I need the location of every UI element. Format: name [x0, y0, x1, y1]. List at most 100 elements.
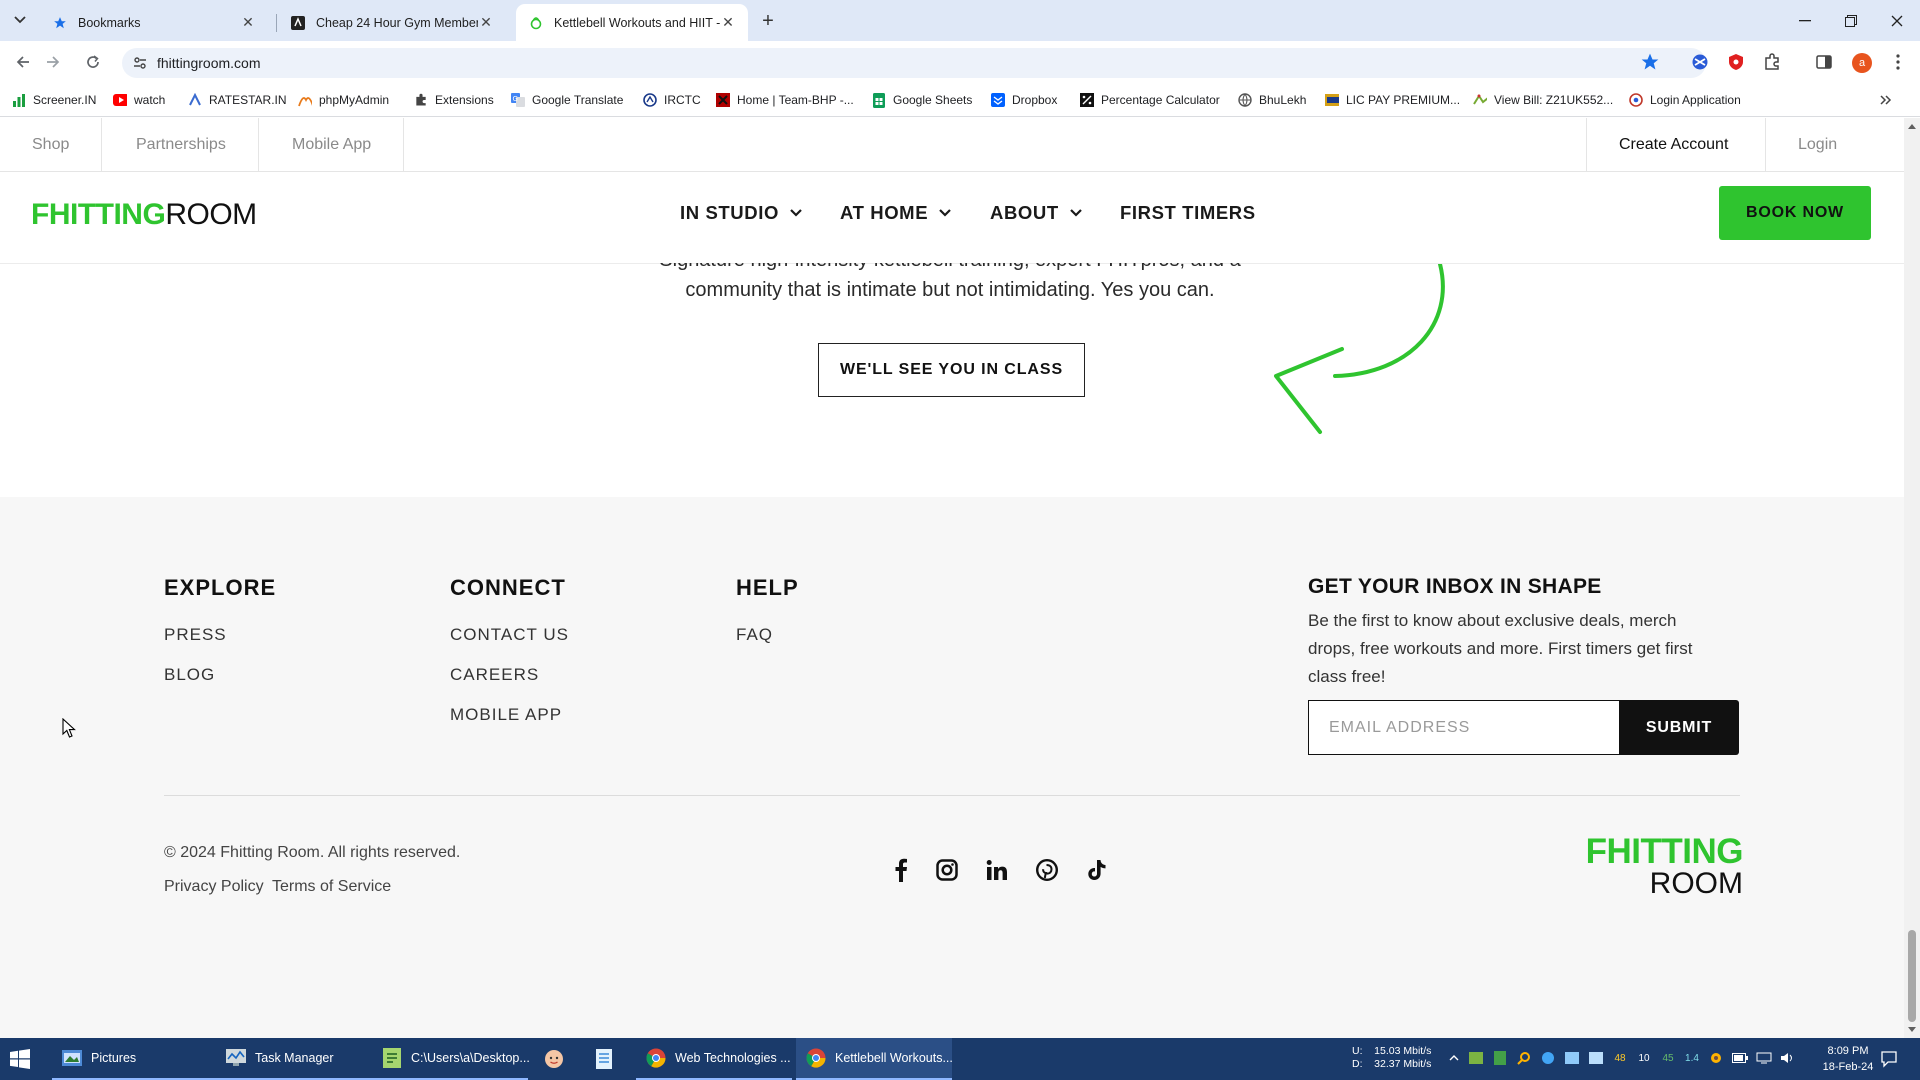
- extension-shield-icon[interactable]: [1726, 52, 1746, 72]
- site-info-tune-icon[interactable]: [132, 55, 148, 71]
- bookmark-irctc[interactable]: IRCTC: [643, 91, 701, 109]
- taskbar-chrome-web-technologies[interactable]: Web Technologies ...: [636, 1038, 792, 1080]
- fhittingroom-logo[interactable]: FHITTINGROOM: [31, 198, 257, 232]
- profile-avatar[interactable]: a: [1852, 53, 1872, 73]
- close-tab-icon[interactable]: ✕: [720, 14, 736, 31]
- bookmark-bhulekh[interactable]: BhuLekh: [1238, 91, 1306, 109]
- bookmark-teambhp[interactable]: Home | Team-BHP -...: [716, 91, 854, 109]
- tab-kettlebell-active[interactable]: Kettlebell Workouts and HIIT - ✕: [516, 4, 748, 41]
- taskbar-label: Task Manager: [255, 1051, 334, 1065]
- volume-icon[interactable]: [1780, 1050, 1796, 1066]
- tab-gym[interactable]: Cheap 24 Hour Gym Membersh ✕: [278, 4, 506, 41]
- footer-link-blog[interactable]: BLOG: [164, 665, 215, 685]
- nav-about[interactable]: ABOUT: [990, 202, 1083, 224]
- footer-link-press[interactable]: PRESS: [164, 625, 227, 645]
- pinterest-icon[interactable]: [1034, 857, 1060, 883]
- page-scrollbar[interactable]: [1904, 118, 1920, 1038]
- tray-flower-icon[interactable]: [1708, 1050, 1724, 1066]
- bookmark-star-icon[interactable]: [1640, 52, 1660, 72]
- bookmark-screener[interactable]: Screener.IN: [12, 91, 96, 109]
- nav-first-timers[interactable]: FIRST TIMERS: [1120, 202, 1256, 224]
- minimize-icon[interactable]: [1782, 0, 1828, 41]
- address-bar[interactable]: [122, 48, 1706, 78]
- email-address-input[interactable]: EMAIL ADDRESS: [1308, 700, 1620, 755]
- kebab-menu-icon[interactable]: [1888, 52, 1908, 72]
- bookmark-google-sheets[interactable]: Google Sheets: [872, 91, 972, 109]
- reload-icon[interactable]: [80, 49, 106, 75]
- url-text[interactable]: fhittingroom.com: [157, 55, 260, 71]
- tab-bookmarks[interactable]: Bookmarks ✕: [40, 4, 268, 41]
- tray-app-green-icon[interactable]: [1492, 1050, 1508, 1066]
- windows-start-icon[interactable]: [10, 1049, 30, 1069]
- taskbar-pictures[interactable]: Pictures: [52, 1038, 216, 1080]
- notification-center-icon[interactable]: [1880, 1050, 1898, 1068]
- network-icon[interactable]: [1756, 1050, 1772, 1066]
- footer-link-careers[interactable]: CAREERS: [450, 665, 539, 685]
- terms-of-service-link[interactable]: Terms of Service: [272, 878, 391, 896]
- tray-search-icon[interactable]: [1516, 1050, 1532, 1066]
- login-link[interactable]: Login: [1765, 118, 1869, 172]
- copyright-text: © 2024 Fhitting Room. All rights reserve…: [164, 844, 461, 861]
- nav-at-home[interactable]: AT HOME: [840, 202, 952, 224]
- battery-icon[interactable]: [1732, 1050, 1748, 1066]
- taskbar-chrome-kettlebell[interactable]: Kettlebell Workouts...: [796, 1038, 953, 1080]
- new-tab-plus-icon[interactable]: +: [756, 9, 780, 33]
- bookmark-login-application[interactable]: Login Application: [1629, 91, 1741, 109]
- net-down-speed: 32.37 Mbit/s: [1374, 1058, 1432, 1070]
- extension-globe-icon[interactable]: [1690, 52, 1710, 72]
- close-tab-icon[interactable]: ✕: [478, 14, 494, 31]
- bookmark-extensions[interactable]: Extensions: [414, 91, 494, 109]
- side-panel-icon[interactable]: [1814, 52, 1834, 72]
- taskbar-notepad[interactable]: C:\Users\a\Desktop...: [372, 1038, 530, 1080]
- bookmark-phpmyadmin[interactable]: phpMyAdmin: [298, 91, 389, 109]
- bookmark-ratestar[interactable]: RATESTAR.IN: [188, 91, 287, 109]
- newsletter-submit-button[interactable]: SUBMIT: [1619, 700, 1739, 755]
- taskbar-app-face[interactable]: [534, 1038, 582, 1080]
- bookmark-percentage-calculator[interactable]: Percentage Calculator: [1080, 91, 1220, 109]
- book-now-button[interactable]: BOOK NOW: [1719, 186, 1871, 240]
- close-tab-icon[interactable]: ✕: [240, 14, 256, 31]
- tray-calendar-icon[interactable]: [1588, 1050, 1604, 1066]
- privacy-policy-link[interactable]: Privacy Policy: [164, 878, 264, 896]
- taskbar-task-manager[interactable]: Task Manager: [216, 1038, 372, 1080]
- facebook-icon[interactable]: [888, 857, 914, 883]
- bookmark-label: View Bill: Z21UK552...: [1494, 93, 1614, 107]
- scroll-up-arrow-icon[interactable]: [1907, 122, 1917, 130]
- forward-arrow-icon[interactable]: [40, 49, 66, 75]
- instagram-icon[interactable]: [934, 857, 960, 883]
- util-link-mobile-app[interactable]: Mobile App: [260, 118, 405, 172]
- bookmark-label: Home | Team-BHP -...: [737, 93, 854, 107]
- tiktok-icon[interactable]: [1084, 857, 1110, 883]
- util-link-partnerships[interactable]: Partnerships: [104, 118, 259, 172]
- translate-icon: G: [511, 93, 525, 107]
- bookmark-lic[interactable]: LIC PAY PREMIUM...: [1325, 91, 1460, 109]
- nav-in-studio[interactable]: IN STUDIO: [680, 202, 803, 224]
- tray-globe-icon[interactable]: [1540, 1050, 1556, 1066]
- bookmark-view-bill[interactable]: View Bill: Z21UK552...: [1473, 91, 1613, 109]
- tray-monitor-icon[interactable]: [1564, 1050, 1580, 1066]
- extensions-puzzle-icon[interactable]: [1762, 52, 1782, 72]
- tray-folder-icon[interactable]: [1468, 1050, 1484, 1066]
- close-window-icon[interactable]: [1874, 0, 1920, 41]
- taskbar-label: C:\Users\a\Desktop...: [411, 1051, 530, 1065]
- footer-fhittingroom-logo[interactable]: FHITTING ROOM: [1543, 834, 1744, 900]
- tab-search-dropdown-icon[interactable]: [8, 9, 32, 31]
- footer-link-contact-us[interactable]: CONTACT US: [450, 625, 569, 645]
- footer-link-faq[interactable]: FAQ: [736, 625, 773, 645]
- bookmark-google-translate[interactable]: G Google Translate: [511, 91, 623, 109]
- taskbar-clock[interactable]: 8:09 PM 18-Feb-24: [1818, 1043, 1878, 1075]
- create-account-link[interactable]: Create Account: [1586, 118, 1760, 172]
- util-link-shop[interactable]: Shop: [0, 118, 103, 172]
- tray-chevron-up-icon[interactable]: [1446, 1050, 1462, 1066]
- taskbar-document[interactable]: [584, 1038, 632, 1080]
- scroll-down-arrow-icon[interactable]: [1907, 1026, 1917, 1034]
- see-you-in-class-button[interactable]: WE'LL SEE YOU IN CLASS: [818, 343, 1085, 397]
- scrollbar-thumb[interactable]: [1908, 930, 1916, 1022]
- bookmarks-overflow-chevron-icon[interactable]: [1880, 91, 1892, 109]
- back-arrow-icon[interactable]: [10, 49, 36, 75]
- linkedin-icon[interactable]: [984, 857, 1010, 883]
- footer-link-mobile-app[interactable]: MOBILE APP: [450, 705, 562, 725]
- restore-icon[interactable]: [1828, 0, 1874, 41]
- bookmark-dropbox[interactable]: Dropbox: [991, 91, 1057, 109]
- bookmark-watch[interactable]: watch: [113, 91, 165, 109]
